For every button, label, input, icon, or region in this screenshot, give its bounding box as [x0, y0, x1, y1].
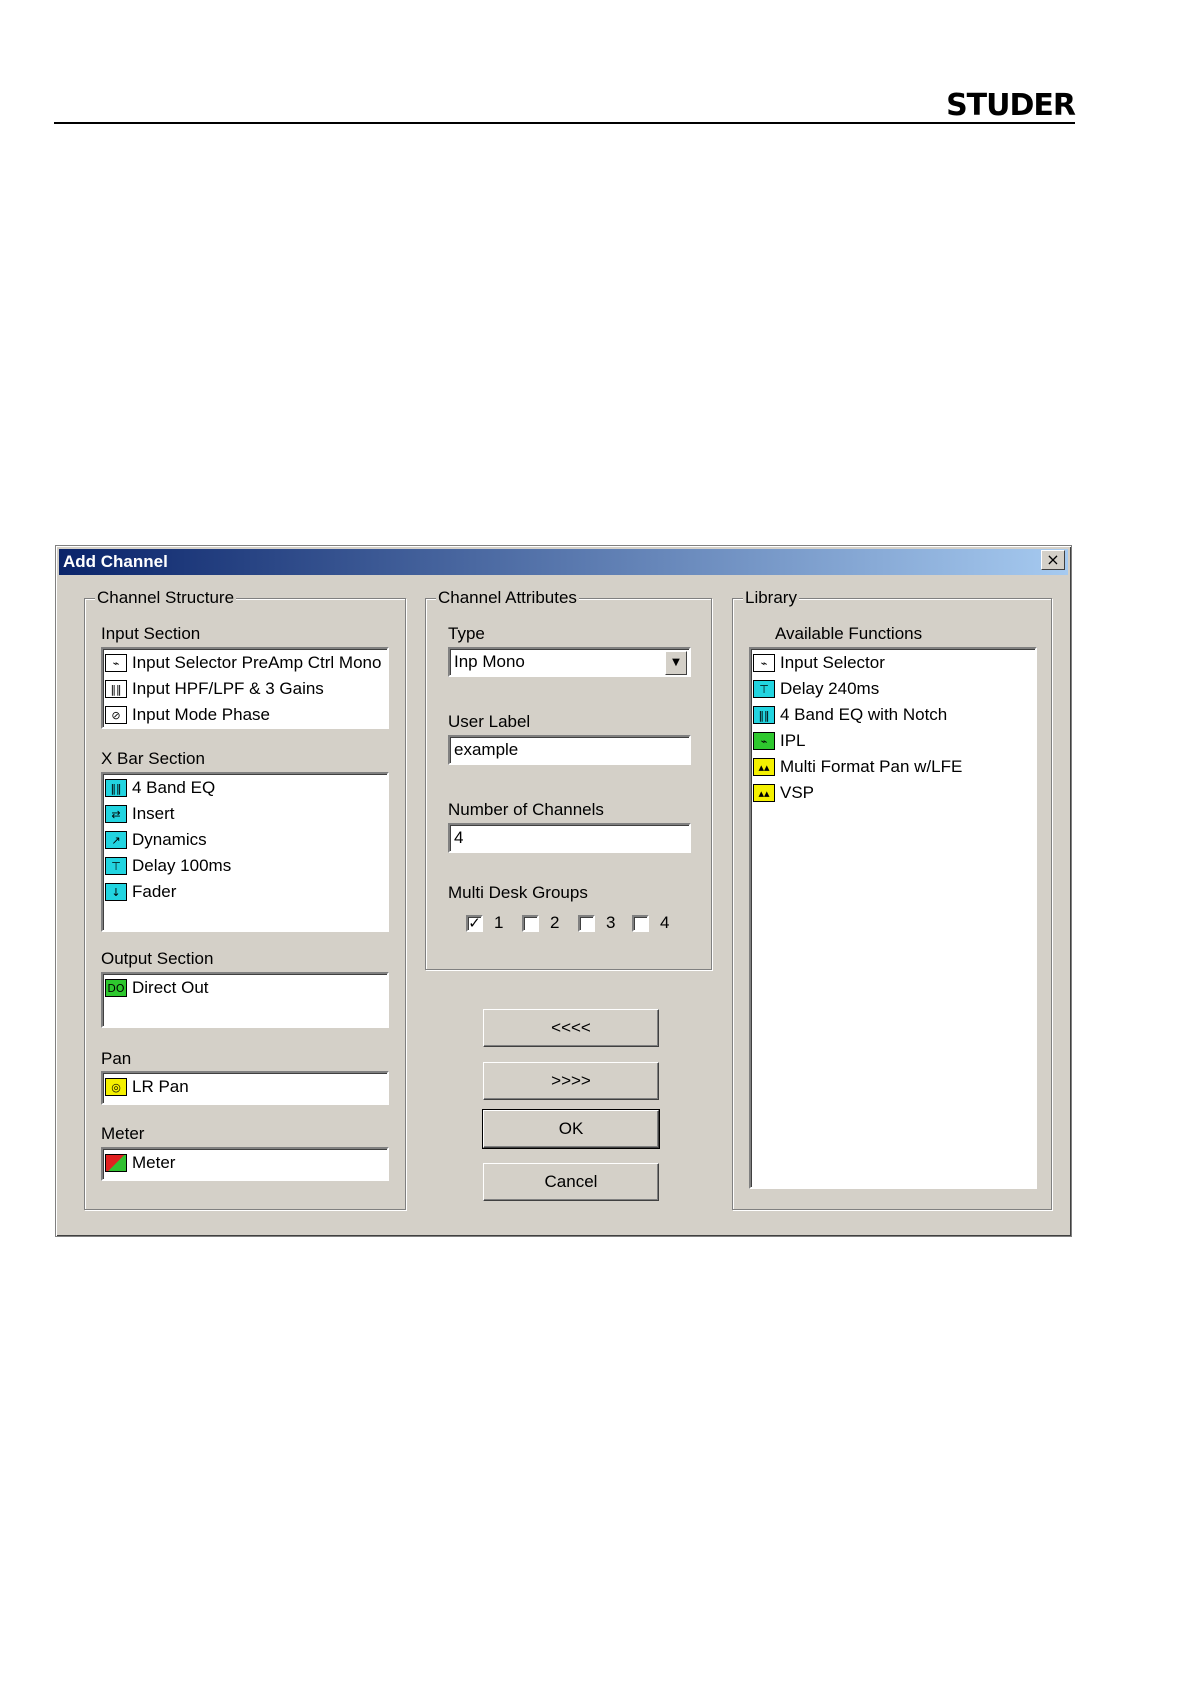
- group-4-checkbox[interactable]: [632, 915, 649, 932]
- available-functions-label: Available Functions: [775, 624, 923, 643]
- xbar-section-list[interactable]: ‖‖ 4 Band EQ ⇄ Insert ↗ Dynamics ⊤ Delay 100…: [101, 772, 389, 932]
- delay-icon: ⊤: [105, 857, 127, 875]
- available-functions-list[interactable]: ⌁ Input Selector ⊤ Delay 240ms ‖‖ 4 Band EQ…: [749, 647, 1037, 1189]
- output-section-list[interactable]: DO Direct Out: [101, 972, 389, 1028]
- num-channels-input[interactable]: 4: [448, 823, 691, 853]
- list-item[interactable]: ▴▴ Multi Format Pan w/LFE: [751, 754, 1035, 780]
- list-item[interactable]: ⊤ Delay 240ms: [751, 676, 1035, 702]
- channel-structure-legend: Channel Structure: [95, 588, 237, 608]
- fader-icon: ↓: [105, 883, 127, 901]
- pan-icon: ◎: [105, 1078, 127, 1096]
- type-value: Inp Mono: [454, 652, 525, 671]
- input-section-list[interactable]: ⌁ Input Selector PreAmp Ctrl Mono ‖‖ Input…: [101, 647, 389, 729]
- user-label-label: User Label: [448, 712, 531, 731]
- group-1-checkbox[interactable]: ✓: [466, 915, 483, 932]
- group-1-label: 1: [494, 913, 504, 932]
- list-item[interactable]: ⊘ Input Mode Phase: [103, 702, 387, 728]
- meter-list[interactable]: Meter: [101, 1147, 389, 1181]
- library-group: Library Available Functions ⌁ Input Selec…: [732, 588, 1052, 1210]
- list-item[interactable]: ⊤ Delay 100ms: [103, 853, 387, 879]
- dialog-titlebar[interactable]: Add Channel: [59, 549, 1068, 575]
- list-item[interactable]: ↓ Fader: [103, 879, 387, 905]
- list-item[interactable]: ‖‖ 4 Band EQ: [103, 775, 387, 801]
- input-selector-icon: ⌁: [105, 654, 127, 672]
- ok-button[interactable]: OK: [482, 1109, 660, 1149]
- add-button[interactable]: >>>>: [483, 1062, 659, 1100]
- group-3-label: 3: [606, 913, 616, 932]
- list-item[interactable]: ‖‖ 4 Band EQ with Notch: [751, 702, 1035, 728]
- cancel-button[interactable]: Cancel: [483, 1163, 659, 1201]
- group-2-label: 2: [550, 913, 560, 932]
- insert-icon: ⇄: [105, 805, 127, 823]
- xbar-section-label: X Bar Section: [101, 749, 205, 768]
- list-item[interactable]: ↗ Dynamics: [103, 827, 387, 853]
- eq-sliders-icon: ‖‖: [105, 680, 127, 698]
- pan-list[interactable]: ◎ LR Pan: [101, 1071, 389, 1105]
- dynamics-icon: ↗: [105, 831, 127, 849]
- library-legend: Library: [743, 588, 799, 608]
- pan-label: Pan: [101, 1049, 132, 1068]
- phase-icon: ⊘: [105, 706, 127, 724]
- close-button[interactable]: ×: [1041, 550, 1065, 570]
- input-selector-icon: ⌁: [753, 654, 775, 672]
- list-item[interactable]: DO Direct Out: [103, 975, 387, 1001]
- list-item[interactable]: ⌁ Input Selector PreAmp Ctrl Mono: [103, 650, 387, 676]
- eq-sliders-icon: ‖‖: [105, 779, 127, 797]
- delay-icon: ⊤: [753, 680, 775, 698]
- meter-icon: [105, 1154, 127, 1172]
- channel-structure-group: Channel Structure Input Section ⌁ Input S…: [84, 588, 406, 1210]
- eq-sliders-icon: ‖‖: [753, 706, 775, 724]
- direct-out-icon: DO: [105, 979, 127, 997]
- output-section-label: Output Section: [101, 949, 214, 968]
- list-item[interactable]: ‖‖ Input HPF/LPF & 3 Gains: [103, 676, 387, 702]
- multi-desk-label: Multi Desk Groups: [448, 883, 588, 902]
- dialog-title: Add Channel: [63, 552, 168, 571]
- group-2-checkbox[interactable]: [522, 915, 539, 932]
- type-label: Type: [448, 624, 485, 643]
- channel-attributes-legend: Channel Attributes: [436, 588, 579, 608]
- close-icon: ×: [1046, 550, 1060, 569]
- type-select[interactable]: Inp Mono ▼: [448, 647, 691, 677]
- studer-logo: STUDER: [946, 88, 1076, 123]
- chevron-down-icon[interactable]: ▼: [665, 651, 687, 675]
- ipl-icon: ⌁: [753, 732, 775, 750]
- channel-attributes-group: Channel Attributes Type Inp Mono ▼ User …: [425, 588, 712, 970]
- group-4-label: 4: [660, 913, 670, 932]
- remove-button[interactable]: <<<<: [483, 1009, 659, 1047]
- meter-label: Meter: [101, 1124, 145, 1143]
- num-channels-label: Number of Channels: [448, 800, 604, 819]
- input-section-label: Input Section: [101, 624, 201, 643]
- list-item[interactable]: Meter: [103, 1150, 387, 1176]
- list-item[interactable]: ⌁ Input Selector: [751, 650, 1035, 676]
- multi-pan-icon: ▴▴: [753, 758, 775, 776]
- list-item[interactable]: ⌁ IPL: [751, 728, 1035, 754]
- list-item[interactable]: ⇄ Insert: [103, 801, 387, 827]
- header-rule: [54, 122, 1075, 124]
- vsp-icon: ▴▴: [753, 784, 775, 802]
- group-3-checkbox[interactable]: [578, 915, 595, 932]
- user-label-input[interactable]: example: [448, 735, 691, 765]
- list-item[interactable]: ▴▴ VSP: [751, 780, 1035, 806]
- add-channel-dialog: Add Channel × Channel Structure Input Se…: [55, 545, 1072, 1237]
- list-item[interactable]: ◎ LR Pan: [103, 1074, 387, 1100]
